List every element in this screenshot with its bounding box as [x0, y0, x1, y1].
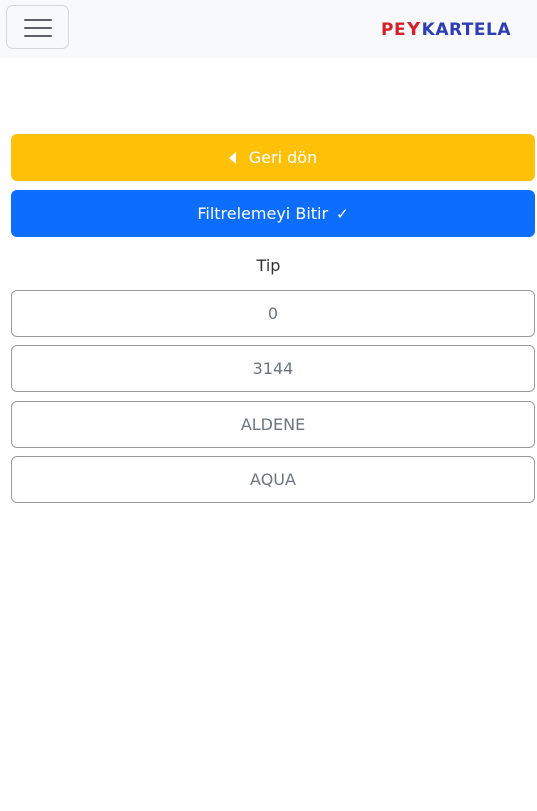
filter-option[interactable]: AQUA: [11, 456, 535, 503]
back-button[interactable]: Geri dön: [11, 134, 535, 181]
menu-toggle-button[interactable]: [6, 5, 69, 49]
filter-option[interactable]: ALDENE: [11, 401, 535, 448]
check-icon: ✓: [336, 204, 349, 223]
logo-part-y: Y: [407, 19, 421, 40]
finish-filtering-button[interactable]: Filtrelemeyi Bitir ✓: [11, 190, 535, 237]
filter-option[interactable]: 3144: [11, 345, 535, 392]
logo-part-pe: PE: [381, 20, 407, 40]
hamburger-menu-icon-bar: [24, 27, 52, 29]
brand-logo[interactable]: PE Y KARTELA: [381, 18, 511, 42]
hamburger-menu-icon-bar: [24, 35, 52, 37]
caret-left-icon: [228, 151, 236, 164]
hamburger-menu-icon: [24, 19, 52, 21]
top-navbar: PE Y KARTELA: [0, 0, 537, 58]
logo-part-kartela: KARTELA: [421, 20, 511, 40]
filter-option[interactable]: 0: [11, 290, 535, 337]
finish-button-label: Filtrelemeyi Bitir: [197, 204, 329, 223]
back-button-label: Geri dön: [248, 148, 318, 167]
filter-section-title: Tip: [256, 256, 281, 275]
